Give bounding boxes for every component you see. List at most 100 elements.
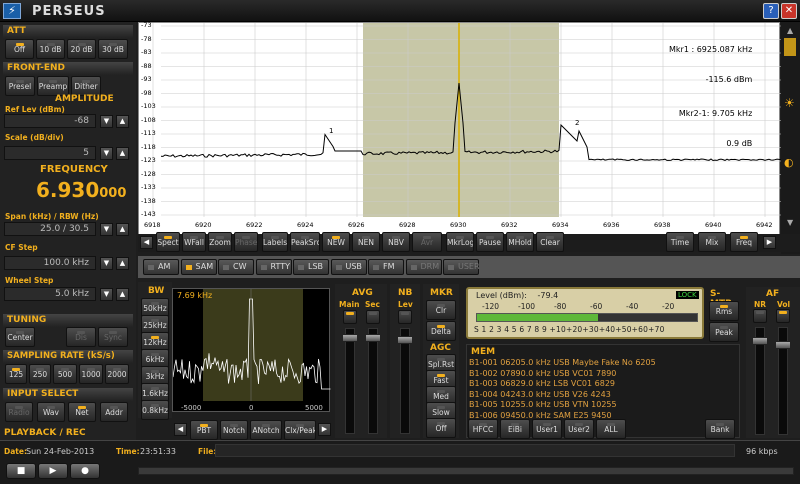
wheel-step-field[interactable]: 5.0 kHz [4,287,96,301]
rate-250-button[interactable]: 250 [29,364,51,384]
att-10db-button[interactable]: 10 dB [36,39,65,59]
memory-row[interactable]: B1-004 04243.0 kHz USB V26 4243 [469,390,737,401]
playback-progress[interactable] [138,467,794,475]
mem-user2-button[interactable]: User2 [564,419,594,439]
avg-main-toggle[interactable] [343,310,357,324]
nb-knob[interactable] [397,336,413,344]
smtr-rms-button[interactable]: Rms [709,301,739,321]
vol-knob[interactable] [775,341,791,349]
clx-peak-button[interactable]: Clx/Peak [284,420,316,440]
record-icon[interactable]: ● [70,463,100,479]
scale-down-button[interactable]: ▼ [100,147,113,160]
scale-up-button[interactable]: ▲ [116,147,129,160]
rate-125-button[interactable]: 125 [5,364,27,384]
spectrum-freq-button[interactable]: Freq [730,232,758,252]
spectrum-avr-button[interactable]: Avr [412,232,442,252]
input-radio-button[interactable]: Radio [5,402,33,422]
spectrum-spect-button[interactable]: Spect [156,232,180,252]
mode-cw-button[interactable]: CW [218,259,254,275]
span-field[interactable]: 25.0 / 30.5 [4,222,96,236]
mode-rtty-button[interactable]: RTTY [255,259,292,275]
mode-drm-button[interactable]: DRM [405,259,442,275]
spectrum-display[interactable]: 1 2 -73 -78 -83 -88 -93 -98 -103 -108 -113 -118 -1… [138,21,781,240]
spectrum-nbv-button[interactable]: NBV [382,232,410,252]
bw-0_8khz-button[interactable]: 0.8kHz [141,400,169,420]
spectrum-zoom-button[interactable]: Zoom [208,232,232,252]
agc-off-button[interactable]: Off [426,418,456,438]
tuning-center-button[interactable]: Center [5,327,35,347]
spectrum-left-button[interactable]: ◀ [140,236,153,249]
att-20db-button[interactable]: 20 dB [67,39,96,59]
tuning-dis-button[interactable]: Dis [66,327,96,347]
avg-main-knob[interactable] [342,334,358,342]
nb-toggle[interactable] [398,310,412,324]
mode-am-button[interactable]: AM [143,259,179,275]
ref-level-down-button[interactable]: ▼ [100,115,113,128]
mem-hfcc-button[interactable]: HFCC [468,419,498,439]
input-addr-button[interactable]: Addr [100,402,128,422]
zoom-slider-thumb[interactable] [784,38,796,56]
wheel-step-down-button[interactable]: ▼ [100,288,113,301]
avg-sec-toggle[interactable] [366,310,380,324]
memory-row[interactable]: B1-005 10255.0 kHz USB VTN 10255 [469,400,737,411]
presel-button[interactable]: Presel [5,76,35,96]
memory-row[interactable]: B1-002 07890.0 kHz USB VC01 7890 [469,369,737,380]
notch-button[interactable]: Notch [220,420,248,440]
spectrum-new-button[interactable]: NEW [322,232,350,252]
spectrum-mkrlog-button[interactable]: MkrLog [446,232,474,252]
if-left-button[interactable]: ◀ [174,423,187,436]
scroll-up-icon[interactable]: ▲ [787,26,793,35]
nr-toggle[interactable] [753,309,767,323]
frequency-display[interactable]: 6.930000 [36,178,126,202]
spectrum-peaksrc-button[interactable]: PeakSrc [290,232,320,252]
spectrum-nen-button[interactable]: NEN [352,232,380,252]
rate-1000-button[interactable]: 1000 [79,364,103,384]
rate-2000-button[interactable]: 2000 [105,364,129,384]
mode-usb-button[interactable]: USB [330,259,367,275]
smtr-peak-button[interactable]: Peak [709,322,739,342]
marker-2[interactable]: 2 [575,119,579,127]
spectrum-right-button[interactable]: ▶ [763,236,776,249]
if-spectrum-display[interactable]: 7.69 kHz -5000 0 5000 [172,288,331,412]
mode-user-button[interactable]: USER [443,259,480,275]
marker-1[interactable]: 1 [329,127,333,135]
mkr-clr-button[interactable]: Clr [426,300,456,320]
minimize-button[interactable]: ? [763,3,779,19]
scroll-down-icon[interactable]: ▼ [787,218,793,227]
cf-step-field[interactable]: 100.0 kHz [4,256,96,270]
ref-level-up-button[interactable]: ▲ [116,115,129,128]
mkr-delta-button[interactable]: Delta [426,321,456,341]
memory-row[interactable]: B1-001 06205.0 kHz USB Maybe Fake No 620… [469,358,737,369]
tuning-sync-button[interactable]: Sync [98,327,128,347]
spectrum-pause-button[interactable]: Pause [476,232,504,252]
rate-500-button[interactable]: 500 [53,364,77,384]
close-button[interactable]: ✕ [781,3,797,19]
avg-sec-slider[interactable] [368,328,378,434]
avg-sec-knob[interactable] [365,334,381,342]
avg-main-slider[interactable] [345,328,355,434]
spectrum-mix-button[interactable]: Mix [698,232,726,252]
spectrum-wfall-button[interactable]: WFall [182,232,206,252]
nr-knob[interactable] [752,337,768,345]
pbt-button[interactable]: PBT [190,420,218,440]
cf-step-up-button[interactable]: ▲ [116,257,129,270]
att-off-button[interactable]: Off [5,39,34,59]
input-wav-button[interactable]: Wav [37,402,65,422]
span-down-button[interactable]: ▼ [100,223,113,236]
mode-fm-button[interactable]: FM [368,259,404,275]
play-icon[interactable]: ▶ [38,463,68,479]
mem-user1-button[interactable]: User1 [532,419,562,439]
if-right-button[interactable]: ▶ [318,423,331,436]
input-net-button[interactable]: Net [68,402,96,422]
mem-bank-button[interactable]: Bank [705,419,735,439]
brightness-icon[interactable]: ☀ [784,96,795,110]
span-up-button[interactable]: ▲ [116,223,129,236]
spectrum-clear-button[interactable]: Clear [536,232,564,252]
dither-button[interactable]: Dither [71,76,101,96]
spectrum-mhold-button[interactable]: MHold [506,232,534,252]
spectrum-time-button[interactable]: Time [666,232,694,252]
anotch-button[interactable]: ANotch [250,420,282,440]
mode-lsb-button[interactable]: LSB [293,259,329,275]
memory-row[interactable]: B1-003 06829.0 kHz LSB VC01 6829 [469,379,737,390]
stop-icon[interactable]: ■ [6,463,36,479]
